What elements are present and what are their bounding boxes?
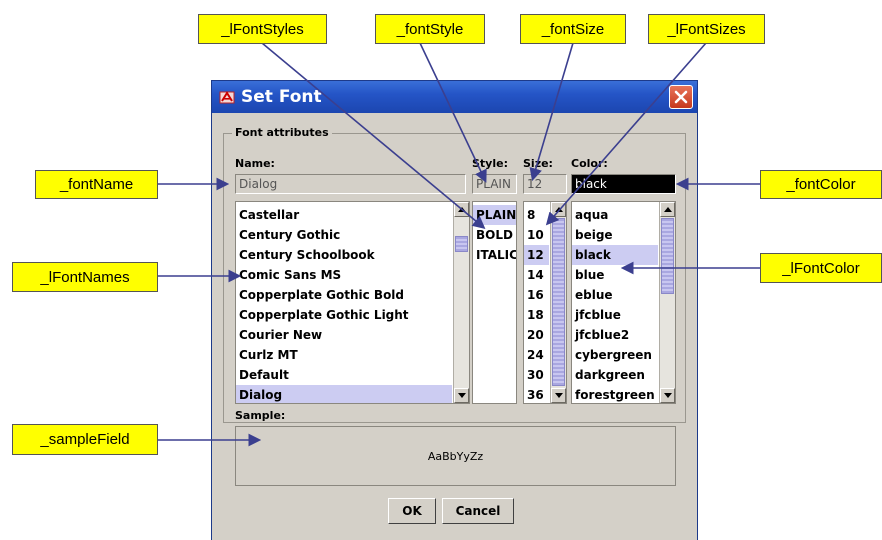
font-size-item[interactable]: 8 xyxy=(524,205,549,225)
font-names-list[interactable]: Castellar Century Gothic Century Schoolboo… xyxy=(235,201,470,404)
font-size-item[interactable]: 20 xyxy=(524,325,549,345)
font-style-item[interactable]: PLAIN xyxy=(473,205,516,225)
font-size-field[interactable]: 12 xyxy=(523,174,567,194)
name-label: Name: xyxy=(235,157,275,170)
arrow-down-icon xyxy=(663,393,672,398)
callout-samplefield: _sampleField xyxy=(12,424,158,455)
font-color-item[interactable]: forestgreen xyxy=(572,385,658,403)
font-size-item[interactable]: 14 xyxy=(524,265,549,285)
scroll-down-button[interactable] xyxy=(551,388,566,403)
scroll-down-button[interactable] xyxy=(660,388,675,403)
callout-lfontnames: _lFontNames xyxy=(12,262,158,292)
font-name-item[interactable]: Dialog xyxy=(236,385,452,403)
font-name-item[interactable]: Default xyxy=(236,365,452,385)
font-size-item[interactable]: 16 xyxy=(524,285,549,305)
dialog-title: Set Font xyxy=(241,87,322,107)
font-color-item[interactable]: aqua xyxy=(572,205,658,225)
font-color-item[interactable]: jfcblue2 xyxy=(572,325,658,345)
sample-text: AaBbYyZz xyxy=(427,449,484,463)
font-colors-scrollbar[interactable] xyxy=(659,202,675,403)
callout-fontsize: _fontSize xyxy=(520,14,626,44)
font-name-field[interactable]: Dialog xyxy=(235,174,466,194)
font-colors-list[interactable]: aqua beige black blue eblue jfcblue jfcblue2 cy… xyxy=(571,201,676,404)
color-label: Color: xyxy=(571,157,608,170)
callout-lfontcolor: _lFontColor xyxy=(760,253,882,283)
app-icon xyxy=(218,88,236,106)
sample-field: AaBbYyZz xyxy=(235,426,676,486)
font-style-item[interactable]: BOLD xyxy=(473,225,516,245)
group-title: Font attributes xyxy=(232,126,332,139)
sample-label: Sample: xyxy=(235,409,286,422)
font-color-field[interactable]: black xyxy=(571,174,676,194)
arrow-down-icon xyxy=(457,393,466,398)
font-color-item[interactable]: blue xyxy=(572,265,658,285)
font-color-item[interactable]: darkgreen xyxy=(572,365,658,385)
callout-lfontsizes: _lFontSizes xyxy=(648,14,765,44)
font-color-item[interactable]: black xyxy=(572,245,658,265)
font-name-item[interactable]: Century Schoolbook xyxy=(236,245,452,265)
font-color-item[interactable]: beige xyxy=(572,225,658,245)
font-size-item[interactable]: 36 xyxy=(524,385,549,403)
scroll-thumb[interactable] xyxy=(661,218,674,294)
font-color-item[interactable]: eblue xyxy=(572,285,658,305)
font-style-item[interactable]: ITALIC xyxy=(473,245,516,265)
font-name-item[interactable]: Copperplate Gothic Light xyxy=(236,305,452,325)
font-color-item[interactable]: cybergreen xyxy=(572,345,658,365)
scroll-down-button[interactable] xyxy=(454,388,469,403)
scroll-up-button[interactable] xyxy=(551,202,566,217)
arrow-down-icon xyxy=(554,393,563,398)
arrow-up-icon xyxy=(457,207,466,212)
callout-lfontstyles: _lFontStyles xyxy=(198,14,327,44)
font-sizes-list[interactable]: 8 10 12 14 16 18 20 24 30 36 xyxy=(523,201,567,404)
font-name-item[interactable]: Copperplate Gothic Bold xyxy=(236,285,452,305)
callout-fontcolor: _fontColor xyxy=(760,170,882,199)
font-sizes-scrollbar[interactable] xyxy=(550,202,566,403)
scroll-thumb[interactable] xyxy=(455,236,468,252)
font-size-item[interactable]: 24 xyxy=(524,345,549,365)
font-size-item[interactable]: 10 xyxy=(524,225,549,245)
font-names-scrollbar[interactable] xyxy=(453,202,469,403)
arrow-up-icon xyxy=(663,207,672,212)
ok-button[interactable]: OK xyxy=(388,498,436,524)
close-button[interactable] xyxy=(669,85,693,109)
font-name-item[interactable]: Castellar xyxy=(236,205,452,225)
arrow-up-icon xyxy=(554,207,563,212)
font-name-item[interactable]: Comic Sans MS xyxy=(236,265,452,285)
scroll-up-button[interactable] xyxy=(454,202,469,217)
callout-fontname: _fontName xyxy=(35,170,158,199)
set-font-dialog: Set Font Font attributes Name: Style: Si… xyxy=(211,80,698,540)
font-color-item[interactable]: jfcblue xyxy=(572,305,658,325)
scroll-up-button[interactable] xyxy=(660,202,675,217)
font-name-item[interactable]: Curlz MT xyxy=(236,345,452,365)
size-label: Size: xyxy=(523,157,553,170)
font-size-item[interactable]: 30 xyxy=(524,365,549,385)
callout-fontstyle: _fontStyle xyxy=(375,14,485,44)
font-name-item[interactable]: Century Gothic xyxy=(236,225,452,245)
cancel-button[interactable]: Cancel xyxy=(442,498,514,524)
font-name-item[interactable]: Courier New xyxy=(236,325,452,345)
font-styles-list[interactable]: PLAIN BOLD ITALIC xyxy=(472,201,517,404)
style-label: Style: xyxy=(472,157,508,170)
dialog-body: Font attributes Name: Style: Size: Color… xyxy=(212,113,697,540)
font-style-field[interactable]: PLAIN xyxy=(472,174,517,194)
close-icon xyxy=(674,90,688,104)
font-size-item[interactable]: 12 xyxy=(524,245,549,265)
title-bar[interactable]: Set Font xyxy=(212,81,697,113)
font-size-item[interactable]: 18 xyxy=(524,305,549,325)
scroll-thumb[interactable] xyxy=(552,218,565,386)
